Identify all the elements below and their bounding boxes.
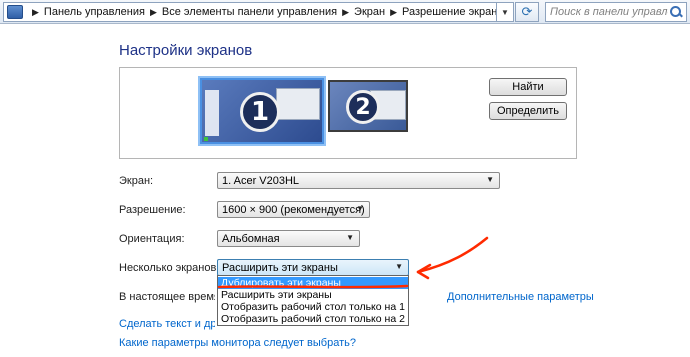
annotation-underline xyxy=(217,284,409,289)
monitor-status-icon xyxy=(204,137,208,141)
monitor-2[interactable]: 2 xyxy=(328,80,408,132)
chevron-down-icon: ▼ xyxy=(356,204,364,213)
search-input[interactable]: Поиск в панели управления xyxy=(545,2,687,22)
resolution-select[interactable]: 1600 × 900 (рекомендуется) ▼ xyxy=(217,201,370,218)
search-placeholder: Поиск в панели управления xyxy=(550,6,668,18)
breadcrumb-control-panel[interactable]: Панель управления xyxy=(44,6,145,18)
option-only-1[interactable]: Отобразить рабочий стол только на 1 xyxy=(218,301,408,313)
display-select-value: 1. Acer V203HL xyxy=(222,174,300,187)
page-title: Настройки экранов xyxy=(119,42,253,59)
chevron-down-icon: ▼ xyxy=(486,175,494,184)
monitor-number-badge: 1 xyxy=(240,92,280,132)
info-text: В настоящее время эт xyxy=(119,291,215,303)
option-extend[interactable]: Расширить эти экраны xyxy=(218,289,408,301)
chevron-down-icon: ▼ xyxy=(346,233,354,242)
display-label: Экран: xyxy=(119,175,154,187)
address-bar: ▶ Панель управления ▶ Все элементы панел… xyxy=(0,0,690,24)
refresh-button[interactable]: ⟳ xyxy=(515,2,539,22)
resolution-label: Разрешение: xyxy=(119,204,186,216)
multiple-displays-options: Дублировать эти экраны Расширить эти экр… xyxy=(217,275,409,326)
monitor-1[interactable]: 1 xyxy=(200,78,324,144)
breadcrumb-all-items[interactable]: Все элементы панели управления xyxy=(162,6,337,18)
text-size-link[interactable]: Сделать текст и другие xyxy=(119,318,215,330)
monitor-desktop-preview xyxy=(205,90,219,136)
monitor-window-preview xyxy=(276,88,320,120)
resolution-select-value: 1600 × 900 (рекомендуется) xyxy=(222,203,365,216)
breadcrumb-screen-resolution[interactable]: Разрешение экрана xyxy=(402,6,496,18)
advanced-settings-link[interactable]: Дополнительные параметры xyxy=(447,291,594,303)
refresh-icon: ⟳ xyxy=(521,4,533,19)
orientation-label: Ориентация: xyxy=(119,233,185,245)
chevron-right-icon[interactable]: ▶ xyxy=(342,7,349,18)
breadcrumb[interactable]: ▶ Панель управления ▶ Все элементы панел… xyxy=(3,2,497,22)
chevron-right-icon[interactable]: ▶ xyxy=(32,7,39,18)
control-panel-icon xyxy=(7,5,23,19)
display-select[interactable]: 1. Acer V203HL ▼ xyxy=(217,172,500,189)
multiple-displays-select[interactable]: Расширить эти экраны ▼ xyxy=(217,259,409,276)
chevron-right-icon[interactable]: ▶ xyxy=(390,7,397,18)
chevron-right-icon[interactable]: ▶ xyxy=(150,7,157,18)
multiple-displays-select-value: Расширить эти экраны xyxy=(222,261,338,274)
monitor-number-badge: 2 xyxy=(346,90,380,124)
multiple-displays-label: Несколько экранов: xyxy=(119,262,220,274)
address-history-dropdown[interactable]: ▼ xyxy=(497,2,514,22)
identify-button[interactable]: Определить xyxy=(489,102,567,120)
find-button[interactable]: Найти xyxy=(489,78,567,96)
annotation-arrow xyxy=(416,236,489,280)
orientation-select[interactable]: Альбомная ▼ xyxy=(217,230,360,247)
breadcrumb-display[interactable]: Экран xyxy=(354,6,385,18)
search-icon[interactable] xyxy=(668,4,684,20)
which-settings-link[interactable]: Какие параметры монитора следует выбрать… xyxy=(119,337,356,349)
orientation-select-value: Альбомная xyxy=(222,232,280,245)
option-only-2[interactable]: Отобразить рабочий стол только на 2 xyxy=(218,313,408,325)
